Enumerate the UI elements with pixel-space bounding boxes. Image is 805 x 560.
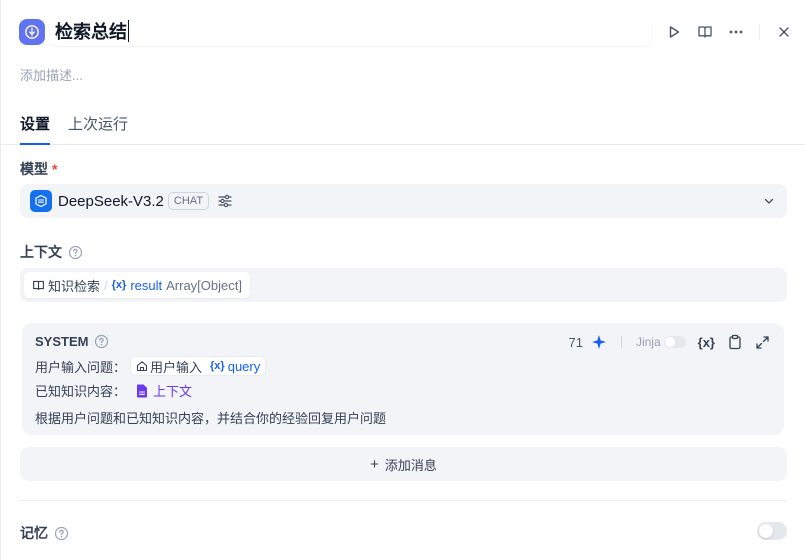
jinja-toggle[interactable] [663,336,686,348]
help-icon[interactable] [54,526,69,541]
jinja-label: Jinja [635,335,661,349]
play-icon [669,26,680,38]
model-mode-badge: CHAT [167,192,210,210]
run-button[interactable] [663,21,685,43]
header-actions [654,21,795,43]
more-button[interactable] [725,21,747,43]
close-button[interactable] [773,21,795,43]
system-prompt-toolbar: 71 Jinja {x} [568,332,770,352]
context-label: 上下文 [20,244,62,260]
context-reference-label: 上下文 [153,384,193,399]
clipboard-icon [729,334,741,350]
book-open-icon [698,26,712,38]
copy-button[interactable] [727,334,743,350]
expand-icon [756,335,769,349]
llm-node-icon [19,19,45,45]
model-section-label: 模型 * [20,159,57,179]
panel-header [19,18,45,46]
variable-icon: {x} [111,279,127,291]
close-icon [779,27,789,37]
tab-bar: 设置 上次运行 [1,100,805,145]
header-divider [759,25,760,39]
description-input[interactable]: 添加描述... [20,65,83,84]
help-icon[interactable] [94,334,109,349]
context-variable-box[interactable]: 知识检索 / {x} result Array[Object] [20,268,787,302]
sparkle-icon [591,335,606,349]
model-label: 模型 [20,161,48,177]
system-prompt-editor[interactable]: SYSTEM 71 Jinja {x} 用户输入问题： 用户输入 {x} que… [22,323,784,435]
inline-variable-name: query [227,358,261,374]
model-params-button[interactable] [217,193,233,209]
prompt-line-3: 根据用户问题和已知知识内容，并结合你的经验回复用户问题 [35,411,387,426]
file-icon [137,384,148,397]
model-selector[interactable]: DeepSeek-V3.2 CHAT [20,184,787,218]
inline-variable-node: 用户输入 [150,359,203,375]
prompt-line-2-text: 已知知识内容： [35,384,127,399]
home-icon [136,361,148,372]
context-reference[interactable]: 上下文 [136,381,192,400]
insert-variable-button[interactable]: {x} [698,335,715,350]
tab-settings[interactable]: 设置 [20,113,50,134]
node-settings-panel: 检索总结 添加描述... 设置 上次运行 模型 * DeepSeek-V3.2 … [0,0,805,560]
token-count: 71 [568,334,583,350]
knowledge-book-icon [33,280,44,290]
prompt-line-1: 用户输入问题： 用户输入 {x} query [35,356,267,376]
docs-button[interactable] [694,21,716,43]
text-caret [128,20,129,42]
help-icon[interactable] [68,245,83,260]
required-mark: * [52,161,58,177]
chevron-down-icon [761,193,777,214]
system-role-label: SYSTEM [35,334,89,349]
model-name: DeepSeek-V3.2 [58,192,164,210]
variable-separator: / [104,277,108,293]
active-tab-indicator [20,143,50,145]
variable-insert-icon: {x} [697,334,715,350]
context-section-label: 上下文 [20,242,83,262]
add-message-label: 添加消息 [384,457,437,473]
variable-icon: {x} [210,360,225,372]
variable-name: result [130,277,163,293]
plus-icon: + [370,455,379,473]
memory-toggle[interactable] [757,522,787,540]
memory-section-label: 记忆 [20,523,69,543]
node-title-text: 检索总结 [55,22,127,42]
memory-label: 记忆 [20,525,48,541]
expand-button[interactable] [755,335,770,350]
prompt-line-2: 已知知识内容： 上下文 [35,381,192,400]
node-title-input[interactable]: 检索总结 [49,16,651,46]
add-message-button[interactable]: + 添加消息 [20,447,787,481]
sliders-icon [218,194,232,208]
ai-generate-button[interactable] [591,334,607,350]
more-horizontal-icon [729,30,743,34]
context-variable-chip[interactable]: 知识检索 / {x} result Array[Object] [24,272,250,298]
variable-node-name: 知识检索 [48,278,101,294]
deepseek-logo-icon [30,190,52,212]
tab-last-run[interactable]: 上次运行 [68,113,128,134]
system-prompt-header: SYSTEM [35,334,109,349]
inline-variable-chip[interactable]: 用户输入 {x} query [130,356,267,376]
variable-type: Array[Object] [166,277,242,293]
prompt-line-1-text: 用户输入问题： [35,359,127,375]
section-divider [20,500,787,501]
toolbar-divider [620,336,622,348]
